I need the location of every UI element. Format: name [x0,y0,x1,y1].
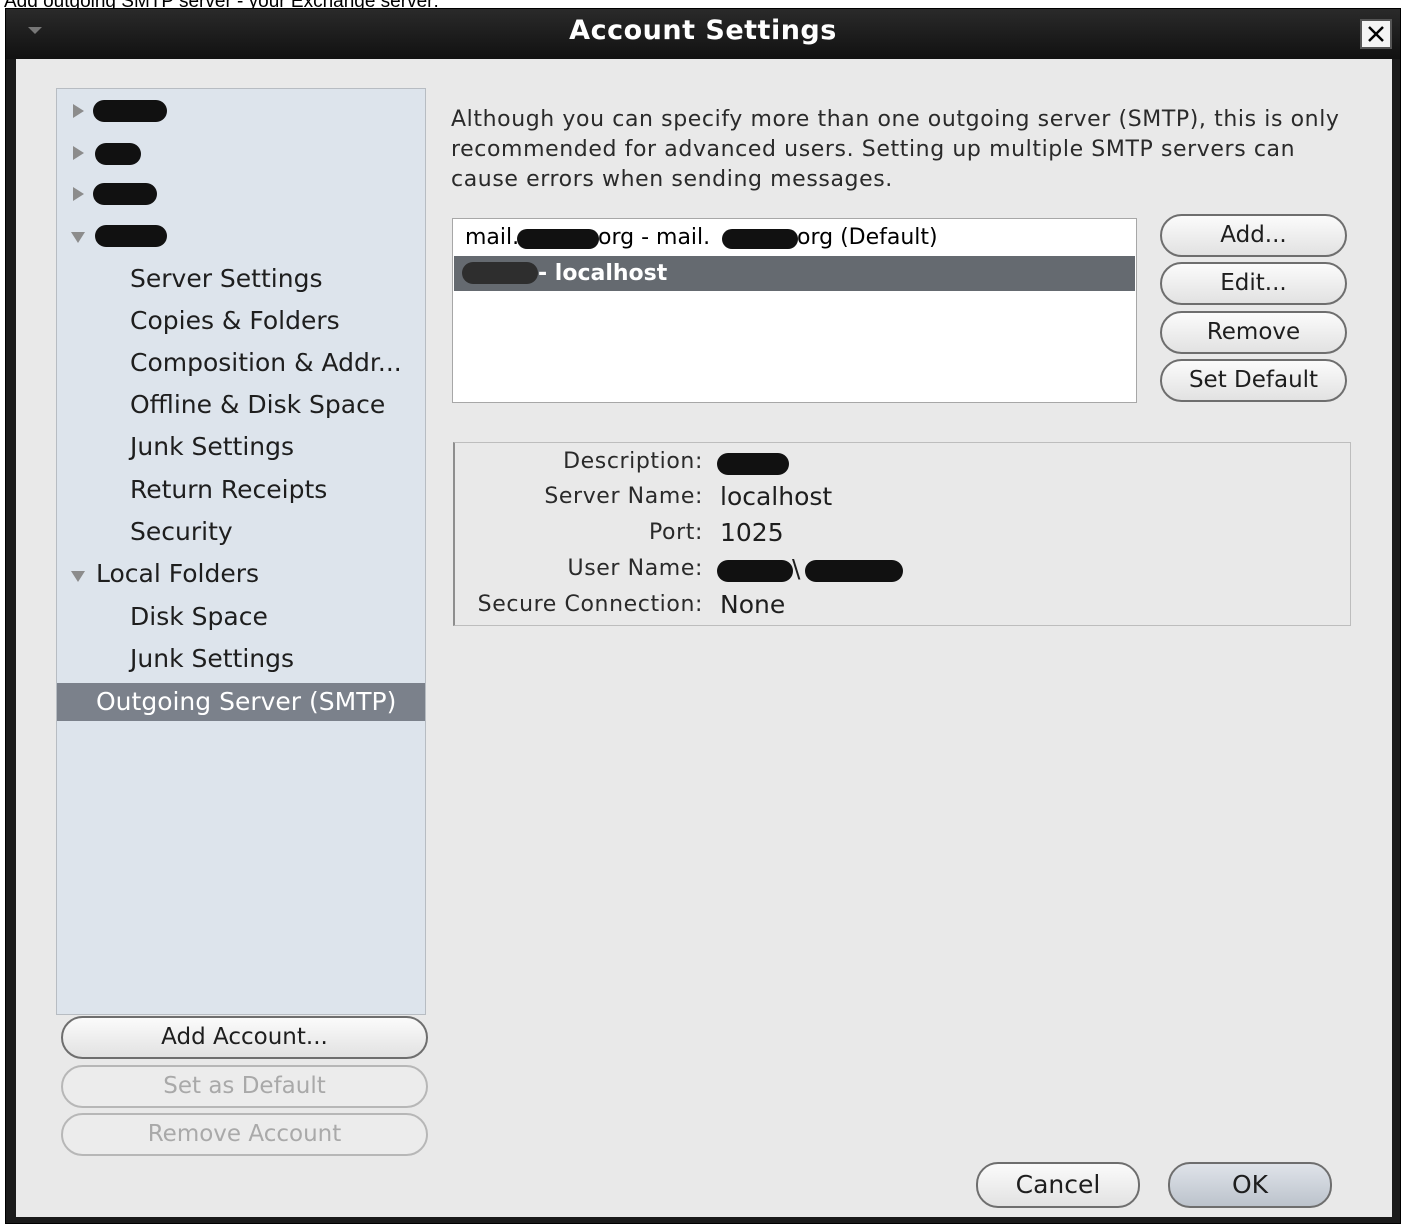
user-name-separator: \ [792,554,801,583]
smtp-remove-button[interactable]: Remove [1160,311,1347,354]
smtp-server-row-localhost[interactable]: - localhost [454,256,1135,291]
description-label: Description: [563,449,703,474]
smtp-edit-label: Edit... [1220,270,1287,296]
set-as-default-button[interactable]: Set as Default [61,1065,428,1108]
smtp-remove-label: Remove [1206,319,1301,345]
dialog-content: Server Settings Copies & Folders Composi… [16,59,1392,1217]
detail-description: Description: [455,447,1350,481]
user-name-label: User Name: [567,556,703,581]
ok-label: OK [1231,1170,1269,1199]
tree-item-local-junk[interactable]: Junk Settings [57,640,425,678]
window-title: Account Settings [569,15,837,46]
smtp-set-default-button[interactable]: Set Default [1160,359,1347,402]
server-name-label: Server Name: [544,484,703,509]
remove-account-label: Remove Account [147,1121,342,1147]
port-value: 1025 [720,518,784,547]
detail-secure-connection: Secure Connection: None [455,590,1350,624]
secure-connection-label: Secure Connection: [477,592,703,617]
redacted-description-value [717,453,789,475]
smtp-edit-button[interactable]: Edit... [1160,262,1347,305]
detail-port: Port: 1025 [455,518,1350,552]
port-label: Port: [648,520,703,545]
tree-item-copies-folders[interactable]: Copies & Folders [57,302,425,340]
ok-button[interactable]: OK [1168,1162,1332,1208]
tree-item-return-receipts[interactable]: Return Receipts [57,471,425,509]
smtp-row2-suffix: - localhost [538,261,668,286]
redacted-domain [517,229,599,249]
tree-account-4[interactable] [57,216,425,254]
close-button[interactable] [1360,19,1392,49]
close-icon [1368,26,1384,42]
cancel-label: Cancel [1015,1170,1101,1199]
tree-local-folders[interactable]: Local Folders [57,555,425,593]
redacted-account-name [93,183,157,205]
smtp-row1-mid: org - mail. [598,225,711,250]
titlebar: Account Settings [6,9,1400,59]
tree-item-security[interactable]: Security [57,513,425,551]
smtp-description: Although you can specify more than one o… [451,107,1340,192]
collapse-arrow-icon[interactable] [71,232,85,243]
smtp-details-panel: Description: Server Name: localhost Port… [453,442,1351,626]
add-account-button[interactable]: Add Account... [61,1016,428,1059]
secure-connection-value: None [720,590,786,619]
detail-server-name: Server Name: localhost [455,482,1350,516]
smtp-add-button[interactable]: Add... [1160,214,1347,257]
smtp-server-list[interactable]: mail. org - mail. org (Default) - localh… [452,218,1137,403]
redacted-account-name [95,143,141,165]
cancel-button[interactable]: Cancel [976,1162,1140,1208]
smtp-set-default-label: Set Default [1188,367,1319,393]
expand-arrow-icon[interactable] [73,146,84,160]
redacted-domain [717,560,793,582]
set-as-default-label: Set as Default [163,1073,326,1099]
tree-account-2[interactable] [57,133,425,171]
server-name-value: localhost [720,482,833,511]
add-account-label: Add Account... [161,1024,328,1050]
tree-item-disk-space[interactable]: Disk Space [57,598,425,636]
smtp-server-row-default[interactable]: mail. org - mail. org (Default) [454,220,1135,255]
redacted-account-name [95,225,167,247]
tree-account-3[interactable] [57,174,425,212]
tree-local-folders-label: Local Folders [96,559,260,588]
redacted-username [805,560,903,582]
expand-arrow-icon[interactable] [73,104,84,118]
tree-item-outgoing-server[interactable]: Outgoing Server (SMTP) [57,683,425,721]
detail-user-name: User Name: \ [455,554,1350,588]
account-tree[interactable]: Server Settings Copies & Folders Composi… [56,88,426,1015]
tree-item-offline-disk[interactable]: Offline & Disk Space [57,386,425,424]
tree-item-server-settings[interactable]: Server Settings [57,260,425,298]
smtp-row1-suffix: org (Default) [797,225,938,250]
redacted-description [462,262,538,284]
tree-item-junk-settings[interactable]: Junk Settings [57,428,425,466]
smtp-add-label: Add... [1220,222,1287,248]
tree-account-1[interactable] [57,91,425,129]
smtp-row1-prefix: mail. [465,225,520,250]
expand-arrow-icon[interactable] [73,187,84,201]
redacted-account-name [93,100,167,122]
redacted-domain [722,229,798,249]
collapse-arrow-icon[interactable] [71,571,85,582]
remove-account-button[interactable]: Remove Account [61,1113,428,1156]
account-settings-dialog: Account Settings Server Settings Copies … [5,8,1401,1224]
tree-item-composition[interactable]: Composition & Addr... [57,344,425,382]
